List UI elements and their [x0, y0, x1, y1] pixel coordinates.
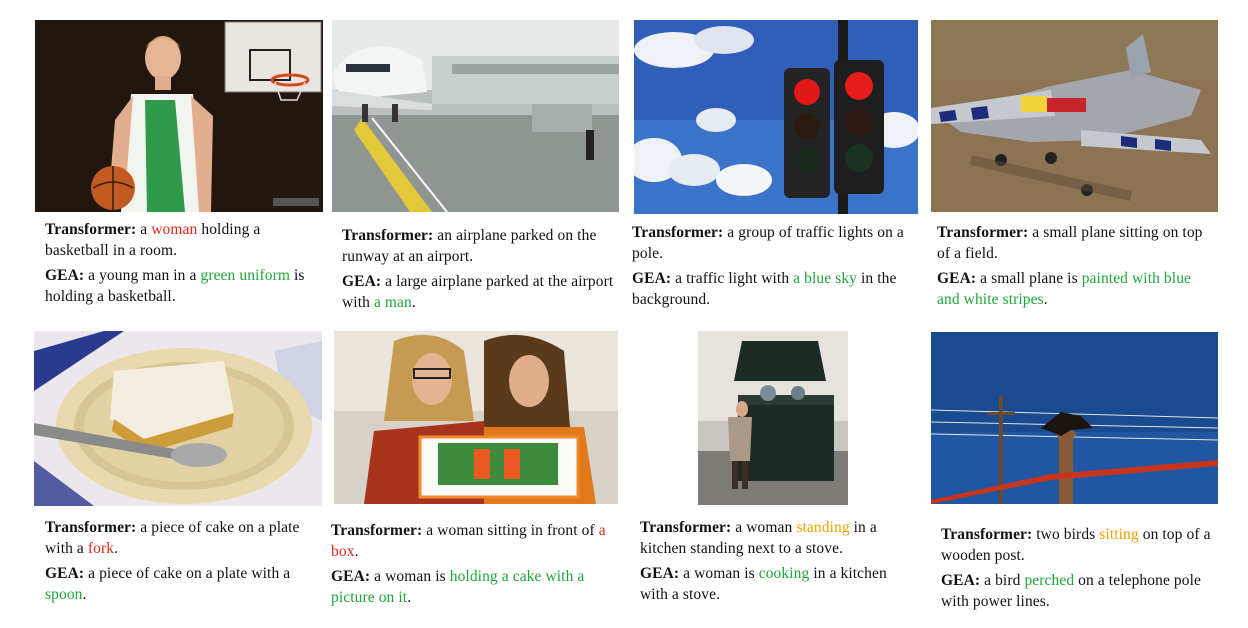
caption-5: Transformer: a piece of cake on a plate … — [45, 517, 320, 609]
traffic-lights-photo — [634, 20, 918, 214]
transformer-caption-7: Transformer: a woman standing in a kitch… — [640, 517, 915, 559]
gea-caption-8: GEA: a bird perched on a telephone pole … — [941, 570, 1211, 612]
gea-caption-4: GEA: a small plane is painted with blue … — [937, 268, 1212, 310]
correct-word: perched — [1024, 572, 1075, 589]
caption-seg: a woman is — [370, 568, 450, 585]
gea-label: GEA: — [640, 565, 680, 582]
woman-at-stove-photo — [698, 331, 848, 505]
caption-8: Transformer: two birds sitting on top of… — [941, 524, 1211, 616]
transformer-label: Transformer: — [632, 224, 724, 241]
caption-seg: a young man in a — [84, 267, 201, 284]
caption-seg: . — [407, 589, 412, 606]
transformer-caption-5: Transformer: a piece of cake on a plate … — [45, 517, 320, 559]
caption-seg: . — [1043, 291, 1048, 308]
transformer-label: Transformer: — [941, 526, 1033, 543]
questionable-word: standing — [796, 519, 850, 536]
caption-seg: a woman is — [679, 565, 759, 582]
caption-seg: . — [411, 294, 416, 311]
airplane-at-gate-photo — [332, 20, 619, 212]
correct-word: a blue sky — [793, 270, 858, 287]
caption-7: Transformer: a woman standing in a kitch… — [640, 517, 915, 609]
caption-seg: a — [136, 221, 152, 238]
transformer-caption-2: Transformer: an airplane parked on the r… — [342, 225, 617, 267]
transformer-label: Transformer: — [342, 227, 434, 244]
cake-on-plate-photo — [34, 331, 322, 506]
transformer-caption-6: Transformer: a woman sitting in front of… — [331, 520, 616, 562]
gea-label: GEA: — [331, 568, 371, 585]
transformer-caption-3: Transformer: a group of traffic lights o… — [632, 222, 917, 264]
caption-4: Transformer: a small plane sitting on to… — [937, 222, 1212, 314]
gea-label: GEA: — [632, 270, 672, 287]
transformer-label: Transformer: — [331, 522, 423, 539]
caption-seg: . — [82, 586, 87, 603]
error-word: woman — [151, 221, 198, 238]
correct-word: spoon — [45, 586, 83, 603]
gea-caption-1: GEA: a young man in a green uniform is h… — [45, 265, 310, 307]
transformer-caption-1: Transformer: a woman holding a basketbal… — [45, 219, 310, 261]
gea-label: GEA: — [45, 565, 85, 582]
transformer-caption-8: Transformer: two birds sitting on top of… — [941, 524, 1211, 566]
caption-seg: a bird — [980, 572, 1025, 589]
transformer-caption-4: Transformer: a small plane sitting on to… — [937, 222, 1212, 264]
gea-caption-6: GEA: a woman is holding a cake with a pi… — [331, 566, 616, 608]
caption-seg: a piece of cake on a plate with a — [84, 565, 291, 582]
gea-label: GEA: — [342, 273, 382, 290]
caption-seg: . — [354, 543, 359, 560]
transformer-label: Transformer: — [45, 221, 137, 238]
correct-word: cooking — [758, 565, 810, 582]
caption-seg: a woman sitting in front of — [422, 522, 599, 539]
error-word: fork — [87, 540, 115, 557]
transformer-label: Transformer: — [937, 224, 1029, 241]
gea-caption-7: GEA: a woman is cooking in a kitchen wit… — [640, 563, 915, 605]
bird-on-post-photo — [931, 332, 1218, 504]
questionable-word: sitting — [1099, 526, 1139, 543]
correct-word: a man — [373, 294, 412, 311]
caption-2: Transformer: an airplane parked on the r… — [342, 225, 617, 317]
two-women-with-cake-photo — [334, 331, 618, 504]
gea-label: GEA: — [937, 270, 977, 287]
caption-seg: a small plane is — [976, 270, 1082, 287]
gea-label: GEA: — [941, 572, 981, 589]
correct-word: green uniform — [200, 267, 291, 284]
transformer-label: Transformer: — [640, 519, 732, 536]
basketball-player-photo — [35, 20, 323, 212]
caption-seg: a woman — [731, 519, 797, 536]
transformer-label: Transformer: — [45, 519, 137, 536]
gea-caption-5: GEA: a piece of cake on a plate with a s… — [45, 563, 320, 605]
caption-seg: two birds — [1032, 526, 1100, 543]
gea-caption-3: GEA: a traffic light with a blue sky in … — [632, 268, 917, 310]
caption-seg: a traffic light with — [671, 270, 794, 287]
caption-1: Transformer: a woman holding a basketbal… — [45, 219, 310, 311]
gea-caption-2: GEA: a large airplane parked at the airp… — [342, 271, 617, 313]
small-plane-photo — [931, 20, 1218, 212]
caption-6: Transformer: a woman sitting in front of… — [331, 520, 616, 612]
gea-label: GEA: — [45, 267, 85, 284]
caption-seg: . — [114, 540, 119, 557]
caption-3: Transformer: a group of traffic lights o… — [632, 222, 917, 314]
